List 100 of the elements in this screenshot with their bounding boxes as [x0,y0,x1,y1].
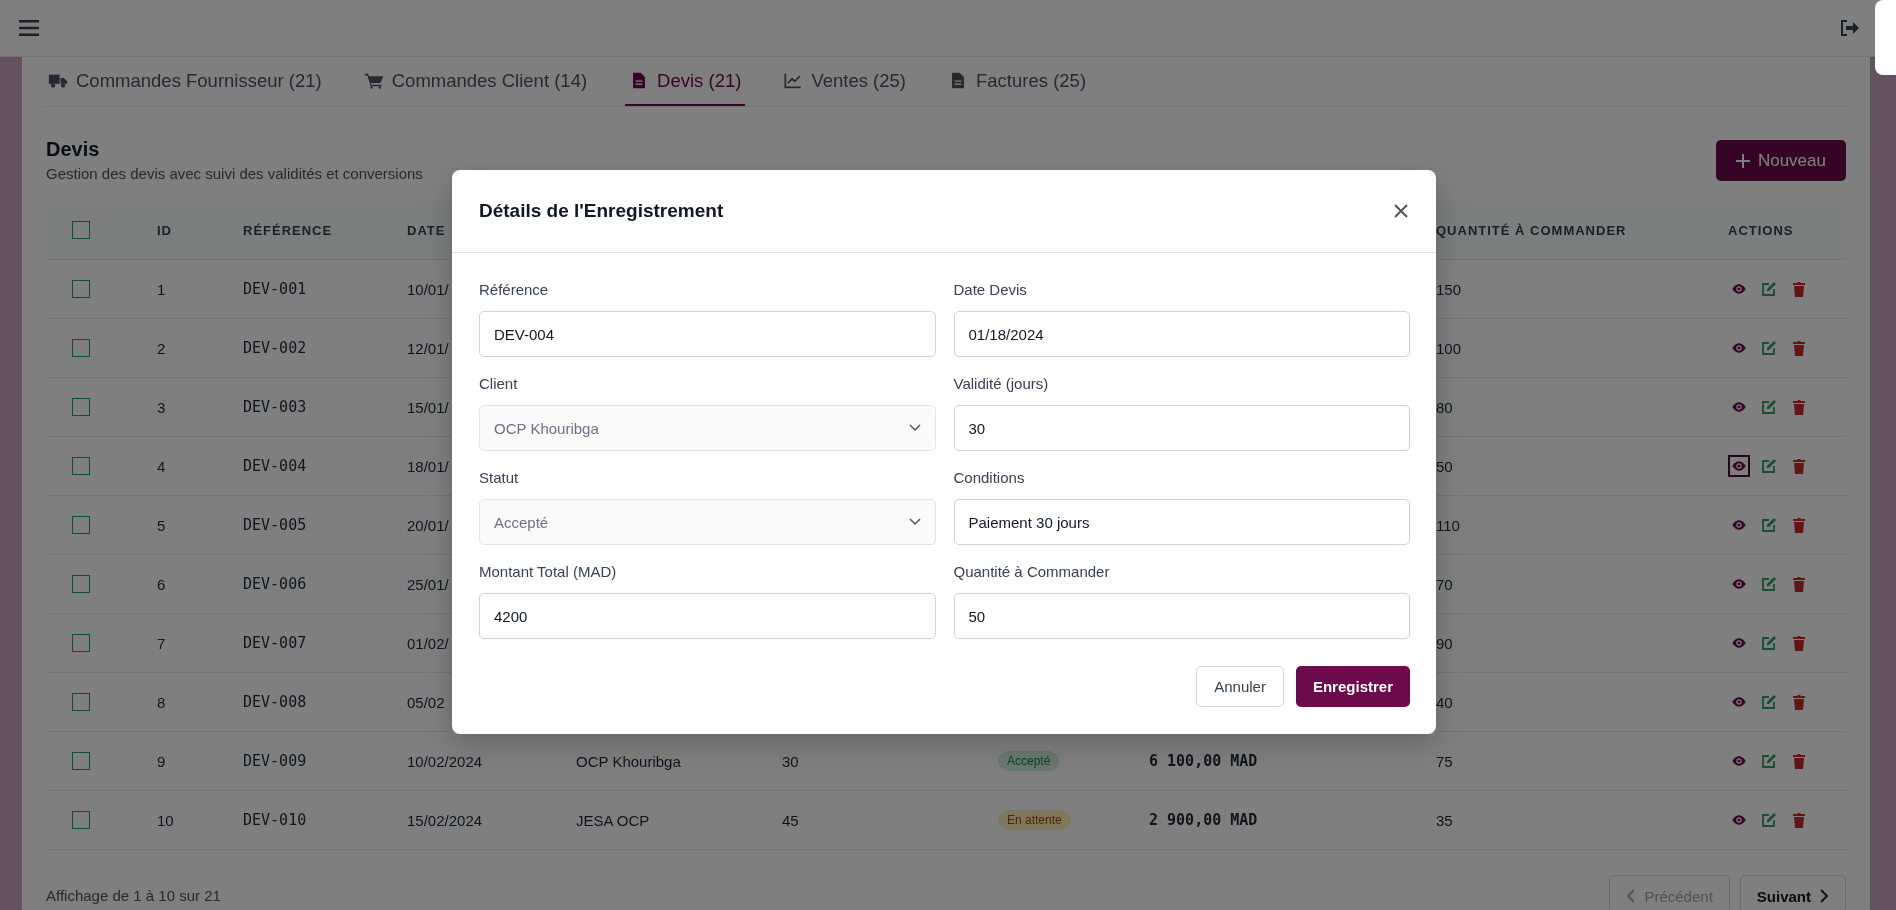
table-cell: 12/01/ [407,339,449,357]
field-label: Montant Total (MAD) [479,563,618,581]
table-cell: DEV-002 [243,339,307,357]
table-cell: 1 [157,280,166,298]
table-cell: 30 [782,752,799,770]
table-cell: 20/01/ [407,516,449,534]
view-button[interactable] [1728,455,1750,477]
input-field[interactable]: 30 [953,405,1410,451]
trash-icon [1791,812,1807,828]
tab[interactable]: Devis (21) [625,57,746,106]
table-cell: 35 [1436,811,1453,829]
row-checkbox[interactable] [72,516,90,534]
select-field[interactable]: Accepté [479,499,936,545]
row-checkbox[interactable] [72,634,90,652]
table-cell: DEV-008 [243,693,307,711]
edit-icon [1761,458,1777,474]
column-header: ID [157,222,172,238]
logout-icon[interactable] [1840,19,1860,37]
edit-icon [1761,517,1777,533]
table-cell: 8 [157,693,166,711]
trash-icon [1791,399,1807,415]
input-field[interactable]: 01/18/2024 [953,311,1410,357]
table-cell: 18/01/ [407,457,449,475]
table-cell: 100 [1436,339,1462,357]
menu-icon[interactable] [18,18,40,38]
field-label: Statut [479,469,520,487]
trash-icon [1791,694,1807,710]
select-field[interactable]: OCP Khouribga [479,405,936,451]
table-cell: 110 [1436,516,1460,534]
edit-icon [1761,753,1777,769]
input-field[interactable]: 4200 [479,593,936,639]
row-checkbox[interactable] [72,339,90,357]
input-field[interactable]: 50 [953,593,1410,639]
eye-icon [1731,576,1747,592]
eye-icon [1731,281,1747,297]
row-checkbox[interactable] [72,398,90,416]
table-cell: 70 [1436,575,1453,593]
edit-icon [1761,281,1777,297]
table-cell: 75 [1436,752,1453,770]
tab[interactable]: Commandes Fournisseur (21) [44,57,326,106]
row-checkbox[interactable] [72,811,90,829]
table-cell: 45 [782,811,799,829]
table-cell: DEV-005 [243,516,307,534]
row-checkbox[interactable] [72,752,90,770]
status-badge: En attente [998,810,1071,830]
tab[interactable]: Commandes Client (14) [359,57,592,106]
table-cell: DEV-007 [243,634,307,652]
table-cell: DEV-003 [243,398,307,416]
table-cell: 10 [157,811,174,829]
truck-icon [48,72,68,89]
row-checkbox[interactable] [72,575,90,593]
cancel-button[interactable]: Annuler [1196,666,1284,707]
cart-icon [363,72,384,89]
chevron-down-icon [908,424,921,432]
field-label: Référence [479,281,550,299]
eye-icon [1731,635,1747,651]
chevron-right-icon [1819,889,1829,903]
column-header: RÉFÉRENCE [243,222,333,238]
table-cell: 50 [1436,457,1453,475]
save-button[interactable]: Enregistrer [1295,666,1410,707]
table-cell: 10/02/2024 [407,752,483,770]
new-button[interactable]: Nouveau [1715,140,1846,181]
table-cell: DEV-009 [243,752,307,770]
status-badge: Accepté [998,751,1060,771]
table-cell: 2 [157,339,166,357]
line-chart-icon [783,72,804,89]
table-cell: 4 [157,457,166,475]
field-label: Date Devis [953,281,1028,299]
row-checkbox[interactable] [72,693,90,711]
next-button[interactable]: Suivant [1739,875,1846,910]
input-field[interactable]: DEV-004 [479,311,936,357]
trash-icon [1791,576,1807,592]
table-cell: 25/01/ [407,575,449,593]
table-cell: 01/02/ [407,634,449,652]
table-cell: 5 [157,516,166,534]
select-all-checkbox[interactable] [72,221,90,239]
trash-icon [1791,340,1807,356]
close-button[interactable] [1392,202,1410,220]
table-cell: 6 100,00 MAD [1149,752,1258,770]
table-cell: 40 [1436,693,1453,711]
row-checkbox[interactable] [72,280,90,298]
input-field[interactable]: Paiement 30 jours [953,499,1410,545]
field-label: Quantité à Commander [953,563,1111,581]
tab[interactable]: Ventes (25) [779,57,911,106]
table-cell: DEV-001 [243,280,307,298]
eye-icon [1731,517,1747,533]
table-cell: 9 [157,752,166,770]
field-label: Validité (jours) [953,375,1050,393]
table-cell: 05/02 [407,693,445,711]
table-cell: DEV-006 [243,575,307,593]
row-checkbox[interactable] [72,457,90,475]
edit-icon [1761,812,1777,828]
tab[interactable]: Factures (25) [944,57,1091,106]
eye-icon [1731,340,1747,356]
edit-icon [1761,340,1777,356]
table-cell: JESA OCP [576,811,650,829]
table-cell: OCP Khouribga [576,752,681,770]
eye-icon [1731,753,1747,769]
table-cell: 7 [157,634,166,652]
table-cell: DEV-010 [243,811,307,829]
